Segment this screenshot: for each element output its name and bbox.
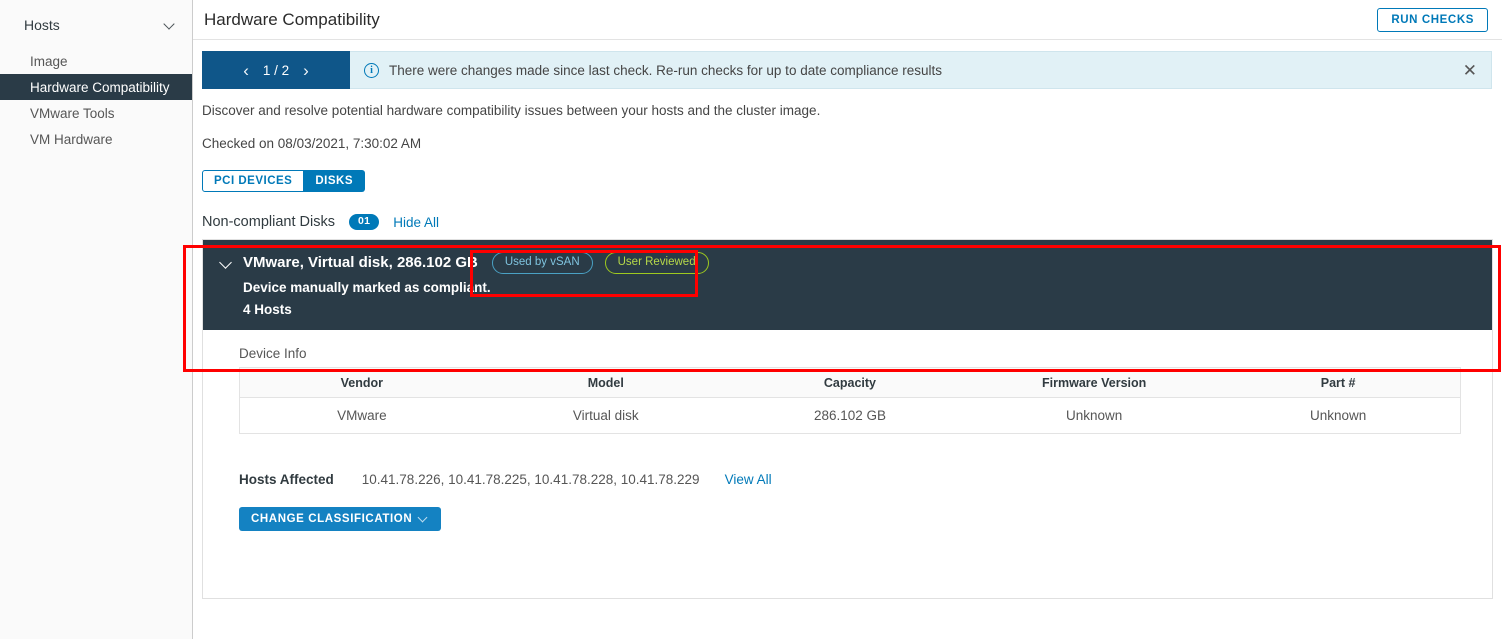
- device-card: VMware, Virtual disk, 286.102 GB Used by…: [202, 239, 1493, 599]
- sidebar-item-vm-hardware[interactable]: VM Hardware: [0, 126, 192, 152]
- table-row: VMware Virtual disk 286.102 GB Unknown U…: [239, 397, 1461, 434]
- sidebar-item-vmware-tools[interactable]: VMware Tools: [0, 100, 192, 126]
- change-classification-label: CHANGE CLASSIFICATION: [251, 513, 413, 525]
- hosts-affected-value: 10.41.78.226, 10.41.78.225, 10.41.78.228…: [361, 472, 700, 487]
- sidebar-item-label: VM Hardware: [30, 131, 113, 147]
- page-description: Discover and resolve potential hardware …: [202, 103, 821, 118]
- sidebar-group-label: Hosts: [24, 17, 60, 33]
- pager-next-icon[interactable]: ›: [303, 62, 309, 79]
- sidebar-item-image[interactable]: Image: [0, 48, 192, 74]
- column-header-firmware-version: Firmware Version: [972, 367, 1217, 398]
- tab-disks[interactable]: DISKS: [304, 170, 366, 192]
- banner-message: There were changes made since last check…: [389, 62, 943, 78]
- sidebar-group-hosts[interactable]: Hosts: [0, 12, 192, 38]
- device-badges: Used by vSAN User Reviewed: [491, 252, 709, 274]
- app-root: Hosts Image Hardware Compatibility VMwar…: [0, 0, 1502, 639]
- sidebar-item-label: Hardware Compatibility: [30, 79, 170, 95]
- view-all-link[interactable]: View All: [725, 472, 772, 487]
- device-card-header[interactable]: VMware, Virtual disk, 286.102 GB Used by…: [203, 240, 1492, 330]
- chevron-down-icon: [419, 514, 429, 524]
- badge-used-by-vsan: Used by vSAN: [491, 252, 593, 274]
- device-type-tabs: PCI DEVICES DISKS: [202, 170, 366, 192]
- page-title: Hardware Compatibility: [204, 9, 380, 29]
- hide-all-link[interactable]: Hide All: [393, 215, 439, 230]
- sidebar-item-label: Image: [30, 53, 68, 69]
- pager-prev-icon[interactable]: ‹: [243, 62, 249, 79]
- cell-model: Virtual disk: [483, 397, 728, 434]
- main-content: Hardware Compatibility RUN CHECKS ‹ 1 / …: [193, 0, 1502, 639]
- cell-vendor: VMware: [239, 397, 484, 434]
- device-subtitle: Device manually marked as compliant.: [243, 279, 491, 295]
- hosts-affected-row: Hosts Affected 10.41.78.226, 10.41.78.22…: [239, 472, 1492, 487]
- sidebar: Hosts Image Hardware Compatibility VMwar…: [0, 0, 193, 639]
- device-title: VMware, Virtual disk, 286.102 GB: [243, 254, 478, 272]
- tab-pci-devices[interactable]: PCI DEVICES: [202, 170, 305, 192]
- run-checks-button[interactable]: RUN CHECKS: [1377, 7, 1488, 32]
- device-hosts-count: 4 Hosts: [243, 301, 292, 317]
- info-icon: i: [364, 62, 379, 78]
- sidebar-item-hardware-compatibility[interactable]: Hardware Compatibility: [0, 74, 192, 100]
- sidebar-item-list: Image Hardware Compatibility VMware Tool…: [0, 48, 192, 152]
- cell-firmware-version: Unknown: [972, 397, 1217, 434]
- column-header-model: Model: [483, 367, 728, 398]
- noncompliant-header: Non-compliant Disks 01 Hide All: [202, 214, 1502, 230]
- close-icon[interactable]: ✕: [1461, 60, 1479, 81]
- banner-pager[interactable]: ‹ 1 / 2 ›: [202, 51, 350, 89]
- noncompliant-count-badge: 01: [348, 214, 380, 230]
- checked-on-text: Checked on 08/03/2021, 7:30:02 AM: [202, 136, 422, 151]
- column-header-capacity: Capacity: [727, 367, 973, 398]
- device-info-table: Vendor Model Capacity Firmware Version P…: [239, 367, 1461, 434]
- pager-count: 1 / 2: [262, 62, 290, 78]
- device-card-body: Device Info Vendor Model Capacity Firmwa…: [203, 330, 1492, 531]
- badge-user-reviewed: User Reviewed: [604, 252, 709, 274]
- noncompliant-label: Non-compliant Disks: [202, 214, 335, 230]
- hosts-affected-label: Hosts Affected: [239, 472, 334, 487]
- page-header: Hardware Compatibility RUN CHECKS: [193, 0, 1502, 40]
- device-title-row: VMware, Virtual disk, 286.102 GB Used by…: [219, 252, 1492, 274]
- table-header-row: Vendor Model Capacity Firmware Version P…: [239, 367, 1461, 398]
- cell-part-number: Unknown: [1216, 397, 1461, 434]
- sidebar-item-label: VMware Tools: [30, 105, 115, 121]
- column-header-vendor: Vendor: [239, 367, 484, 398]
- notification-banner-row: ‹ 1 / 2 › i There were changes made sinc…: [202, 51, 1492, 89]
- chevron-down-icon[interactable]: [219, 256, 233, 270]
- info-banner: i There were changes made since last che…: [350, 51, 1492, 89]
- cell-capacity: 286.102 GB: [727, 397, 973, 434]
- change-classification-button[interactable]: CHANGE CLASSIFICATION: [239, 507, 442, 531]
- device-info-label: Device Info: [239, 346, 307, 361]
- column-header-part-number: Part #: [1216, 367, 1461, 398]
- chevron-down-icon[interactable]: [164, 19, 176, 31]
